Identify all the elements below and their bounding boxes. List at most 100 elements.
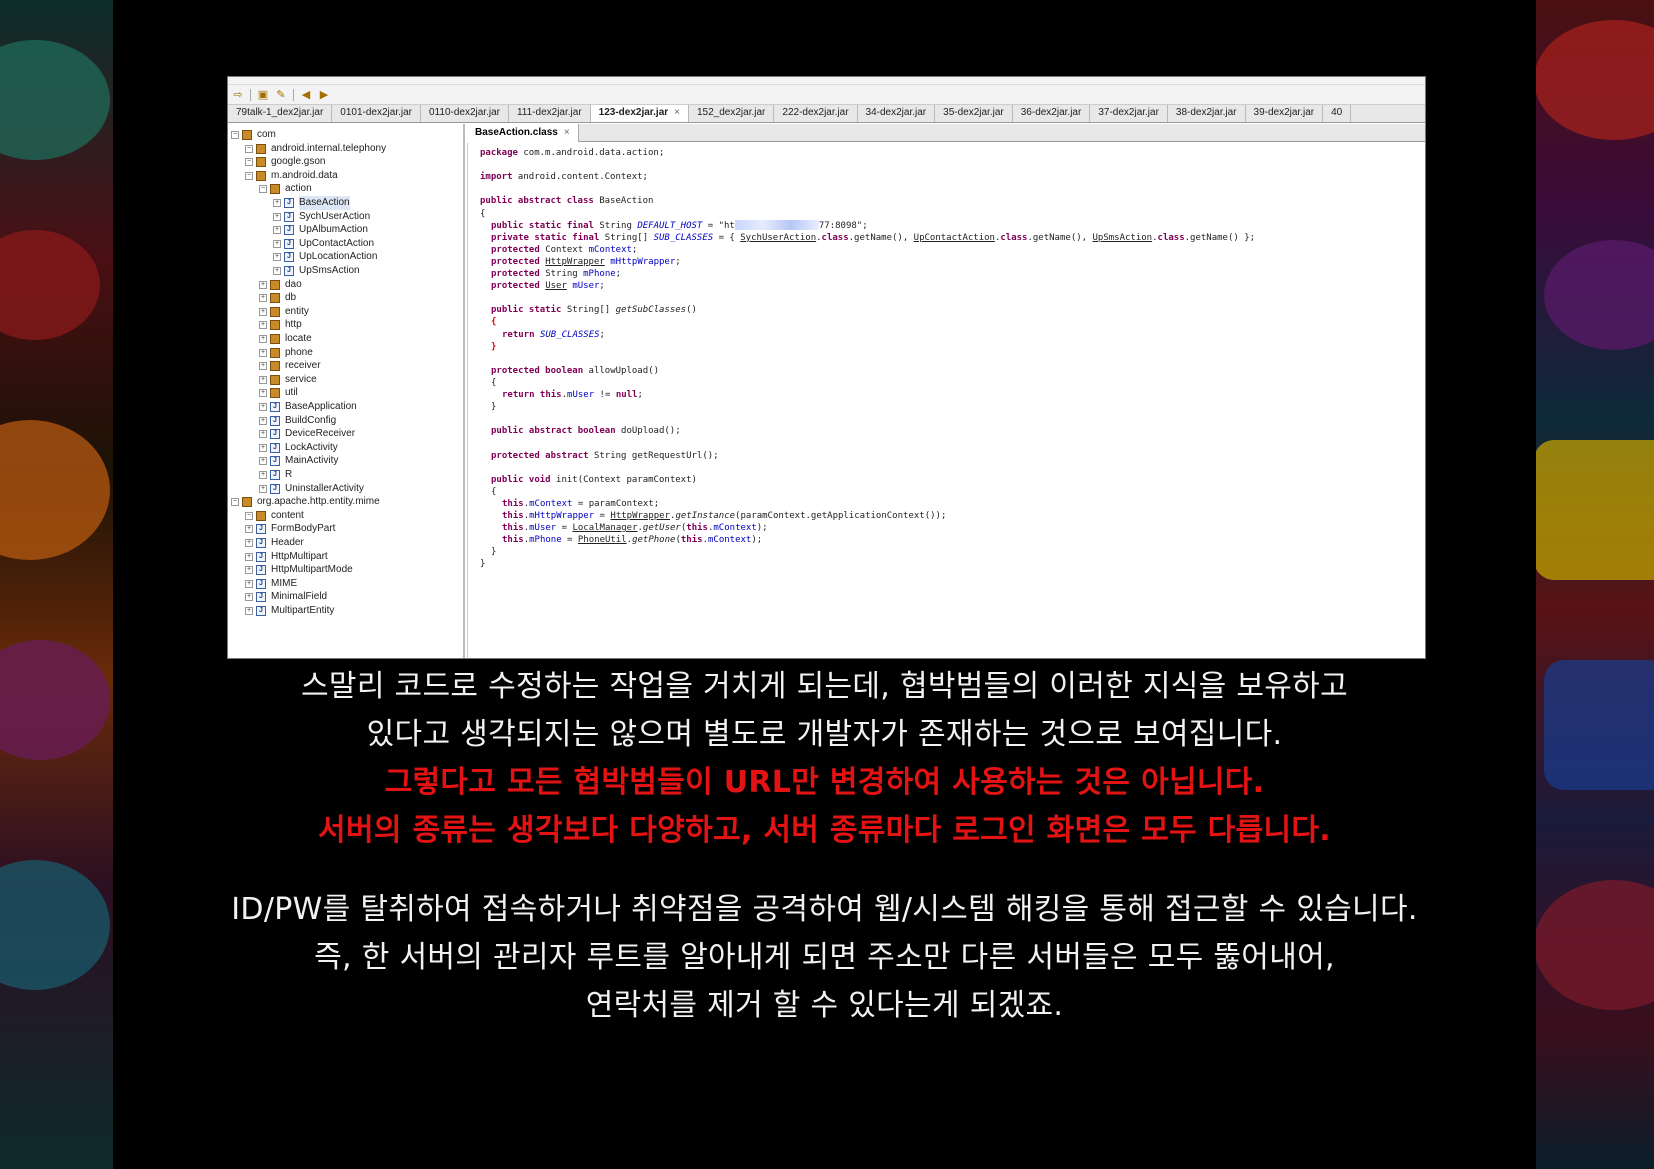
tree-item[interactable]: + http (259, 318, 302, 332)
tab-baseaction-class[interactable]: BaseAction.class × (467, 124, 579, 142)
expand-toggle-icon[interactable]: − (231, 131, 239, 139)
expand-toggle-icon[interactable]: + (259, 294, 267, 303)
tab-label: 79talk-1_dex2jar.jar (236, 107, 324, 118)
tree-item[interactable]: + J BuildConfig (259, 414, 336, 428)
tree-item[interactable]: + util (259, 386, 298, 400)
tree-item[interactable]: − google.gson (245, 155, 326, 169)
expand-toggle-icon[interactable]: + (245, 539, 253, 547)
tree-item[interactable]: + J FormBodyPart (245, 522, 335, 536)
edit-icon[interactable]: ✎ (275, 88, 287, 101)
expand-toggle-icon[interactable]: + (259, 430, 267, 439)
tab-jar-file[interactable]: 111-dex2jar.jar (509, 105, 591, 122)
expand-toggle-icon[interactable]: − (231, 498, 239, 507)
tree-item[interactable]: + J DeviceReceiver (259, 427, 355, 441)
tab-jar-file[interactable]: 37-dex2jar.jar (1090, 105, 1168, 122)
tree-item[interactable]: + J SychUserAction (273, 210, 370, 224)
expand-toggle-icon[interactable]: + (245, 566, 253, 575)
tab-jar-file[interactable]: 222-dex2jar.jar (774, 105, 858, 122)
tree-item[interactable]: + db (259, 291, 296, 305)
tree-item[interactable]: + J HttpMultipartMode (245, 563, 353, 577)
expand-toggle-icon[interactable]: + (245, 607, 253, 615)
tree-item[interactable]: + dao (259, 278, 302, 292)
tab-jar-file[interactable]: 39-dex2jar.jar (1246, 105, 1324, 122)
tree-item-label: UpAlbumAction (299, 224, 368, 236)
tab-jar-file[interactable]: 0110-dex2jar.jar (421, 105, 509, 122)
close-icon[interactable]: × (564, 127, 570, 138)
expand-toggle-icon[interactable]: − (259, 185, 267, 194)
expand-toggle-icon[interactable]: + (273, 253, 281, 262)
expand-toggle-icon[interactable]: + (259, 335, 267, 343)
tree-item[interactable]: − android.internal.telephony (245, 142, 386, 156)
expand-toggle-icon[interactable]: + (273, 212, 281, 221)
expand-toggle-icon[interactable]: + (273, 226, 281, 235)
tree-item[interactable]: − content (245, 509, 304, 523)
expand-toggle-icon[interactable]: + (245, 525, 253, 534)
expand-toggle-icon[interactable]: − (245, 511, 253, 520)
expand-toggle-icon[interactable]: + (259, 389, 267, 398)
expand-toggle-icon[interactable]: + (259, 362, 267, 371)
tree-item[interactable]: + J HttpMultipart (245, 550, 328, 564)
expand-toggle-icon[interactable]: − (245, 144, 253, 153)
tree-item[interactable]: + J UpLocationAction (273, 250, 377, 264)
tree-item[interactable]: + receiver (259, 359, 321, 373)
tab-jar-file[interactable]: 40 (1323, 105, 1352, 122)
expand-toggle-icon[interactable]: + (273, 267, 281, 275)
expand-toggle-icon[interactable]: + (259, 321, 267, 330)
tree-item[interactable]: − org.apache.http.entity.mime (231, 495, 380, 509)
expand-toggle-icon[interactable]: − (245, 171, 253, 180)
back-arrow-icon[interactable]: ◀ (300, 88, 312, 101)
code-line: protected String mPhone; (491, 269, 622, 279)
expand-toggle-icon[interactable]: + (259, 403, 267, 411)
tree-item[interactable]: + J MinimalField (245, 590, 327, 604)
expand-toggle-icon[interactable]: + (259, 280, 267, 289)
expand-toggle-icon[interactable]: + (245, 552, 253, 561)
tree-item[interactable]: + J BaseAction (273, 196, 350, 210)
class-file-icon: J (256, 524, 266, 535)
expand-toggle-icon[interactable]: + (259, 416, 267, 425)
toolbar-separator (250, 88, 251, 101)
tree-item[interactable]: + J BaseApplication (259, 400, 357, 414)
expand-toggle-icon[interactable]: + (259, 443, 267, 452)
tree-item[interactable]: − m.android.data (245, 169, 338, 183)
tree-item[interactable]: − com (231, 128, 276, 142)
expand-toggle-icon[interactable]: + (245, 593, 253, 602)
expand-toggle-icon[interactable]: − (245, 158, 253, 167)
tab-jar-file[interactable]: 35-dex2jar.jar (935, 105, 1013, 122)
tree-item[interactable]: + J MultipartEntity (245, 604, 334, 618)
tab-jar-file[interactable]: 0101-dex2jar.jar (332, 105, 421, 122)
expand-toggle-icon[interactable]: + (259, 484, 267, 493)
expand-toggle-icon[interactable]: + (259, 375, 267, 384)
expand-toggle-icon[interactable]: + (259, 457, 267, 466)
tab-jar-file[interactable]: 36-dex2jar.jar (1013, 105, 1091, 122)
tree-item[interactable]: + phone (259, 346, 313, 360)
tree-item[interactable]: − action (259, 182, 312, 196)
tree-item[interactable]: + entity (259, 305, 309, 319)
tree-item[interactable]: + locate (259, 332, 312, 346)
save-icon[interactable]: ▣ (257, 88, 269, 101)
tab-jar-file[interactable]: 79talk-1_dex2jar.jar (228, 105, 333, 122)
tree-item[interactable]: + J UpContactAction (273, 237, 374, 251)
tree-item[interactable]: + J UpAlbumAction (273, 223, 368, 237)
tab-jar-file[interactable]: 152_dex2jar.jar (689, 105, 775, 122)
expand-toggle-icon[interactable]: + (259, 348, 267, 357)
tree-item[interactable]: + J UninstallerActivity (259, 482, 364, 496)
open-file-icon[interactable]: ⇨ (232, 88, 244, 101)
tree-item[interactable]: + J R (259, 468, 292, 482)
tree-item[interactable]: + J MainActivity (259, 454, 338, 468)
expand-toggle-icon[interactable]: + (259, 471, 267, 479)
forward-arrow-icon[interactable]: ▶ (318, 88, 330, 101)
tree-item[interactable]: + J MIME (245, 577, 297, 591)
tab-jar-file[interactable]: 38-dex2jar.jar (1168, 105, 1246, 122)
tree-item[interactable]: + J UpSmsAction (273, 264, 360, 278)
tab-jar-file[interactable]: 123-dex2jar.jar × (590, 105, 689, 122)
tree-item[interactable]: + J LockActivity (259, 441, 338, 455)
expand-toggle-icon[interactable]: + (245, 579, 253, 588)
tab-jar-file[interactable]: 34-dex2jar.jar (858, 105, 936, 122)
tree-item[interactable]: + J Header (245, 536, 304, 550)
tab-label: 0110-dex2jar.jar (429, 107, 500, 118)
expand-toggle-icon[interactable]: + (273, 239, 281, 248)
expand-toggle-icon[interactable]: + (259, 307, 267, 316)
expand-toggle-icon[interactable]: + (273, 199, 281, 207)
tree-item[interactable]: + service (259, 373, 317, 387)
close-icon[interactable]: × (674, 107, 680, 118)
